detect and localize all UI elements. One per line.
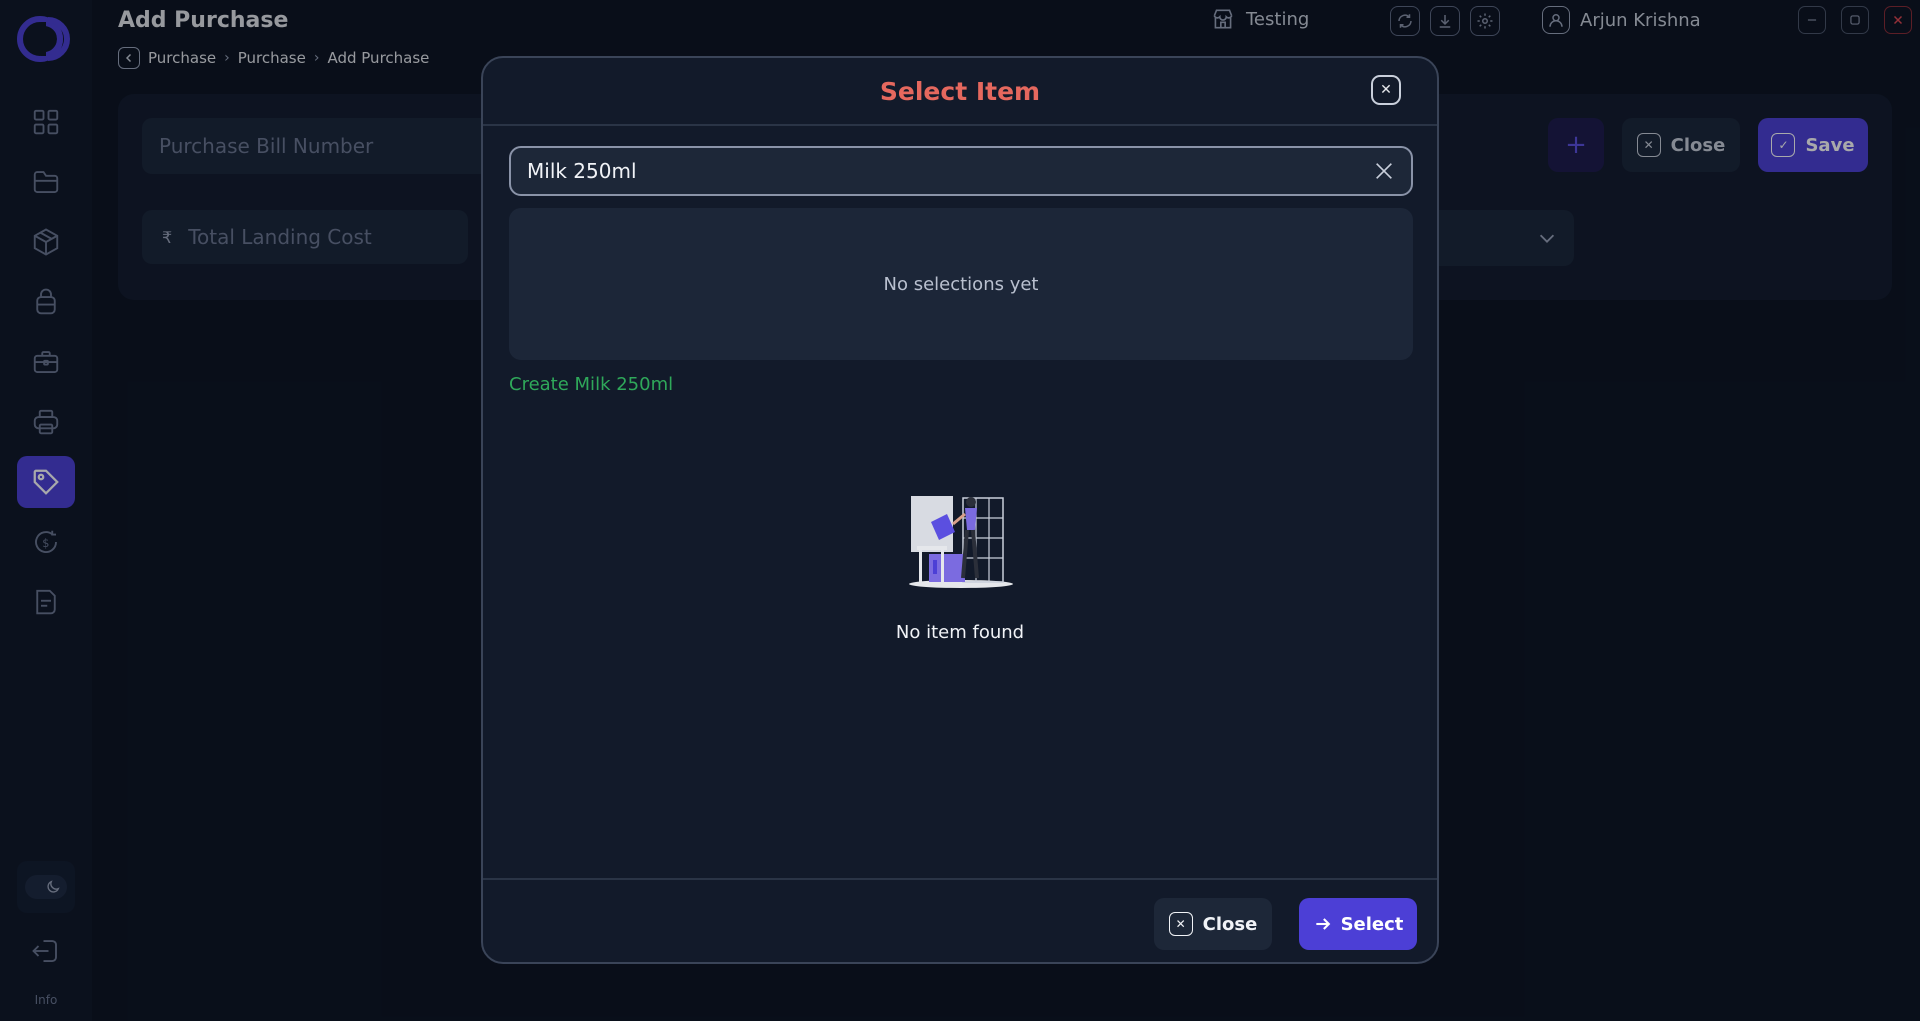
close-icon: ✕ xyxy=(1168,912,1193,936)
arrow-right-icon xyxy=(1315,918,1330,930)
clear-search-icon[interactable] xyxy=(1373,160,1395,182)
modal-select-button[interactable]: Select xyxy=(1299,898,1417,950)
close-icon: ✕ xyxy=(1380,82,1392,98)
modal-select-label: Select xyxy=(1340,913,1404,935)
modal-close-button[interactable]: ✕ Close xyxy=(1154,898,1272,950)
item-search-field[interactable] xyxy=(509,146,1413,196)
modal-header: Select Item ✕ xyxy=(483,58,1437,126)
modal-title: Select Item xyxy=(879,76,1041,106)
modal-close-label: Close xyxy=(1202,913,1258,935)
no-items-illustration xyxy=(909,496,1013,588)
create-item-link[interactable]: Create Milk 250ml xyxy=(509,374,673,395)
no-item-found-text: No item found xyxy=(895,622,1025,643)
select-item-modal: Select Item ✕ No selections yet Create M… xyxy=(481,56,1439,964)
modal-close-icon-button[interactable]: ✕ xyxy=(1371,75,1401,105)
selection-empty-text: No selections yet xyxy=(883,273,1039,295)
modal-footer: ✕ Close Select xyxy=(483,878,1437,962)
item-search-input[interactable] xyxy=(527,159,1373,183)
selection-panel: No selections yet xyxy=(509,208,1413,360)
